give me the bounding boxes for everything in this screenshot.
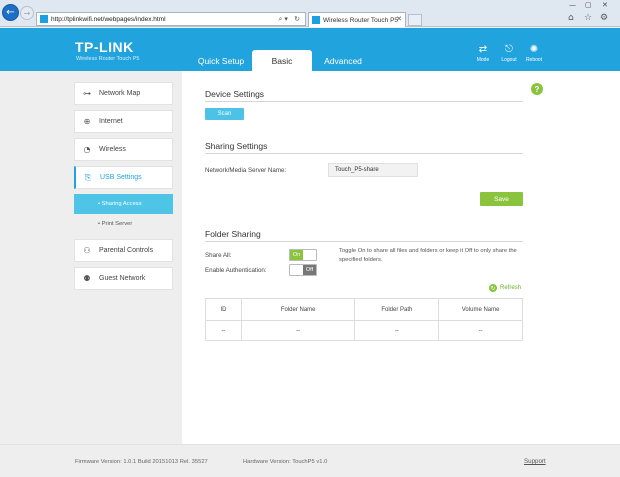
toggle-on-segment xyxy=(290,265,303,275)
sidebar-item-guest-network[interactable]: ⚉ Guest Network xyxy=(74,267,173,290)
subitem-label: Print Server xyxy=(101,221,133,227)
reboot-button[interactable]: ✺ Reboot xyxy=(523,44,545,63)
logout-icon: ⎋ xyxy=(505,44,513,55)
sidebar-item-parental-controls[interactable]: ⚇ Parental Controls xyxy=(74,239,173,262)
column-header: Volume Name xyxy=(438,298,523,321)
table-header-row: ID Folder Name Folder Path Volume Name xyxy=(205,298,523,321)
mode-button[interactable]: ⇄ Mode xyxy=(472,44,494,63)
refresh-label: Refresh xyxy=(500,285,522,291)
new-tab-button[interactable] xyxy=(408,14,422,26)
router-header: TP-LINK Wireless Router Touch P5 Quick S… xyxy=(0,28,620,71)
divider xyxy=(205,241,523,242)
refresh-button[interactable]: ↻ Refresh xyxy=(489,284,521,292)
guest-network-icon: ⚉ xyxy=(83,274,91,283)
sidebar-item-label: USB Settings xyxy=(100,174,142,181)
toggle-off-segment: Off xyxy=(303,265,316,275)
tab-title: Wireless Router Touch P5 xyxy=(323,16,399,24)
share-all-toggle[interactable]: On xyxy=(289,249,317,261)
network-map-icon: ⊶ xyxy=(83,89,91,98)
auth-label: Enable Authentication: xyxy=(205,267,267,274)
tab-quick-setup[interactable]: Quick Setup xyxy=(191,50,251,71)
logout-label: Logout xyxy=(501,57,517,63)
globe-icon: ⊕ xyxy=(83,117,91,126)
browser-tab[interactable]: Wireless Router Touch P5 ✕ xyxy=(308,12,406,27)
parental-controls-icon: ⚇ xyxy=(83,246,91,255)
tp-link-logo: TP-LINK xyxy=(75,39,134,55)
tab-advanced[interactable]: Advanced xyxy=(313,50,373,71)
sidebar-item-label: Wireless xyxy=(99,146,126,153)
save-button[interactable]: Save xyxy=(480,192,523,206)
table-cell: -- xyxy=(438,320,523,341)
reboot-icon: ✺ xyxy=(529,44,539,55)
sidebar-subitem-print-server[interactable]: • Print Server xyxy=(74,214,173,234)
toggle-on-segment: On xyxy=(290,250,303,260)
folder-sharing-title: Folder Sharing xyxy=(205,229,261,239)
back-arrow-icon[interactable]: ← xyxy=(2,4,19,21)
url-text: http://tplinkwifi.net/webpages/index.htm… xyxy=(51,15,166,23)
tab-basic[interactable]: Basic xyxy=(252,50,312,71)
logout-button[interactable]: ⎋ Logout xyxy=(498,44,520,63)
divider xyxy=(205,153,523,154)
table-cell: -- xyxy=(240,320,356,341)
share-all-label: Share All: xyxy=(205,252,232,259)
share-help-text: Toggle On to share all files and folders… xyxy=(339,248,517,263)
sidebar-item-label: Guest Network xyxy=(99,275,146,282)
sidebar-item-usb-settings[interactable]: ⎘ USB Settings xyxy=(74,166,173,189)
table-cell: -- xyxy=(205,320,242,341)
divider xyxy=(205,101,523,102)
table-row: -- -- -- -- xyxy=(205,320,523,341)
settings-gear-icon[interactable]: ⚙ xyxy=(600,13,608,23)
reboot-label: Reboot xyxy=(525,57,543,63)
column-header: Folder Path xyxy=(354,298,440,321)
toggle-off-segment xyxy=(303,250,316,260)
device-settings-title: Device Settings xyxy=(205,89,265,99)
sidebar-subitem-sharing-access[interactable]: • Sharing Access xyxy=(74,194,173,214)
table-cell: -- xyxy=(354,320,440,341)
browser-chrome: ← → http://tplinkwifi.net/webpages/index… xyxy=(0,0,620,27)
tab-favicon-icon xyxy=(312,16,320,24)
sidebar-item-label: Network Map xyxy=(99,90,141,97)
wifi-icon: ◔ xyxy=(83,145,91,154)
close-window-icon[interactable]: ✕ xyxy=(602,1,608,9)
sidebar-item-label: Parental Controls xyxy=(99,247,154,254)
refresh-icon: ↻ xyxy=(489,284,497,292)
usb-icon: ⎘ xyxy=(84,172,92,182)
firmware-version: Firmware Version: 1.0.1 Build 20151013 R… xyxy=(75,459,208,465)
scan-button[interactable]: Scan xyxy=(205,108,244,120)
maximize-icon[interactable]: ▢ xyxy=(585,1,592,9)
server-name-input[interactable]: Touch_P5-share xyxy=(328,163,418,177)
footer: Firmware Version: 1.0.1 Build 20151013 R… xyxy=(0,444,620,477)
hardware-version: Hardware Version: TouchP5 v1.0 xyxy=(243,459,328,465)
sidebar-item-label: Internet xyxy=(99,118,123,125)
support-link[interactable]: Support xyxy=(524,458,546,465)
search-refresh-icons[interactable]: ⌕▾ ↻ xyxy=(278,15,302,24)
server-name-label: Network/Media Server Name: xyxy=(205,167,287,174)
minimize-icon[interactable]: — xyxy=(569,1,576,9)
favicon-icon xyxy=(40,15,48,23)
sidebar-item-internet[interactable]: ⊕ Internet xyxy=(74,110,173,133)
mode-label: Mode xyxy=(476,57,490,63)
sidebar-item-network-map[interactable]: ⊶ Network Map xyxy=(74,82,173,105)
folder-table: ID Folder Name Folder Path Volume Name -… xyxy=(205,298,523,341)
help-icon[interactable]: ? xyxy=(531,83,543,95)
address-bar[interactable]: http://tplinkwifi.net/webpages/index.htm… xyxy=(36,12,306,26)
forward-arrow-icon[interactable]: → xyxy=(20,6,34,20)
column-header: Folder Name xyxy=(240,298,356,321)
authentication-toggle[interactable]: Off xyxy=(289,264,317,276)
favorites-star-icon[interactable]: ☆ xyxy=(584,13,592,23)
product-subtitle: Wireless Router Touch P5 xyxy=(76,56,140,62)
column-header: ID xyxy=(205,298,242,321)
tab-close-icon[interactable]: ✕ xyxy=(396,15,402,23)
subitem-label: Sharing Access xyxy=(101,201,142,207)
sharing-settings-title: Sharing Settings xyxy=(205,141,268,151)
mode-icon: ⇄ xyxy=(478,44,488,55)
home-icon[interactable]: ⌂ xyxy=(568,13,574,23)
sidebar-item-wireless[interactable]: ◔ Wireless xyxy=(74,138,173,161)
